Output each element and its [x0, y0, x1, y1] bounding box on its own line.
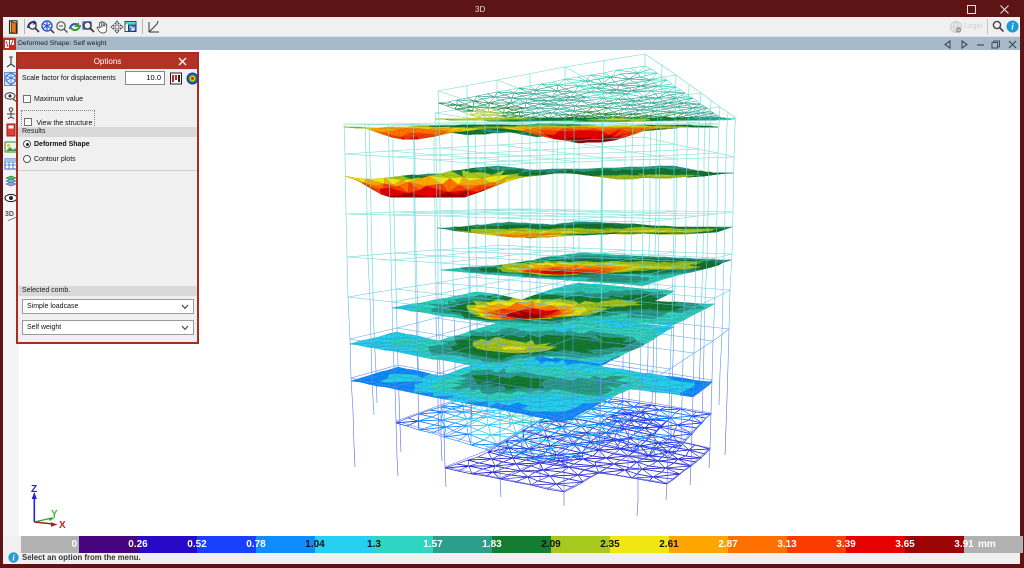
svg-text:Z: Z — [31, 484, 37, 495]
svg-text:X: X — [59, 520, 66, 531]
svg-text:Y: Y — [51, 509, 58, 520]
